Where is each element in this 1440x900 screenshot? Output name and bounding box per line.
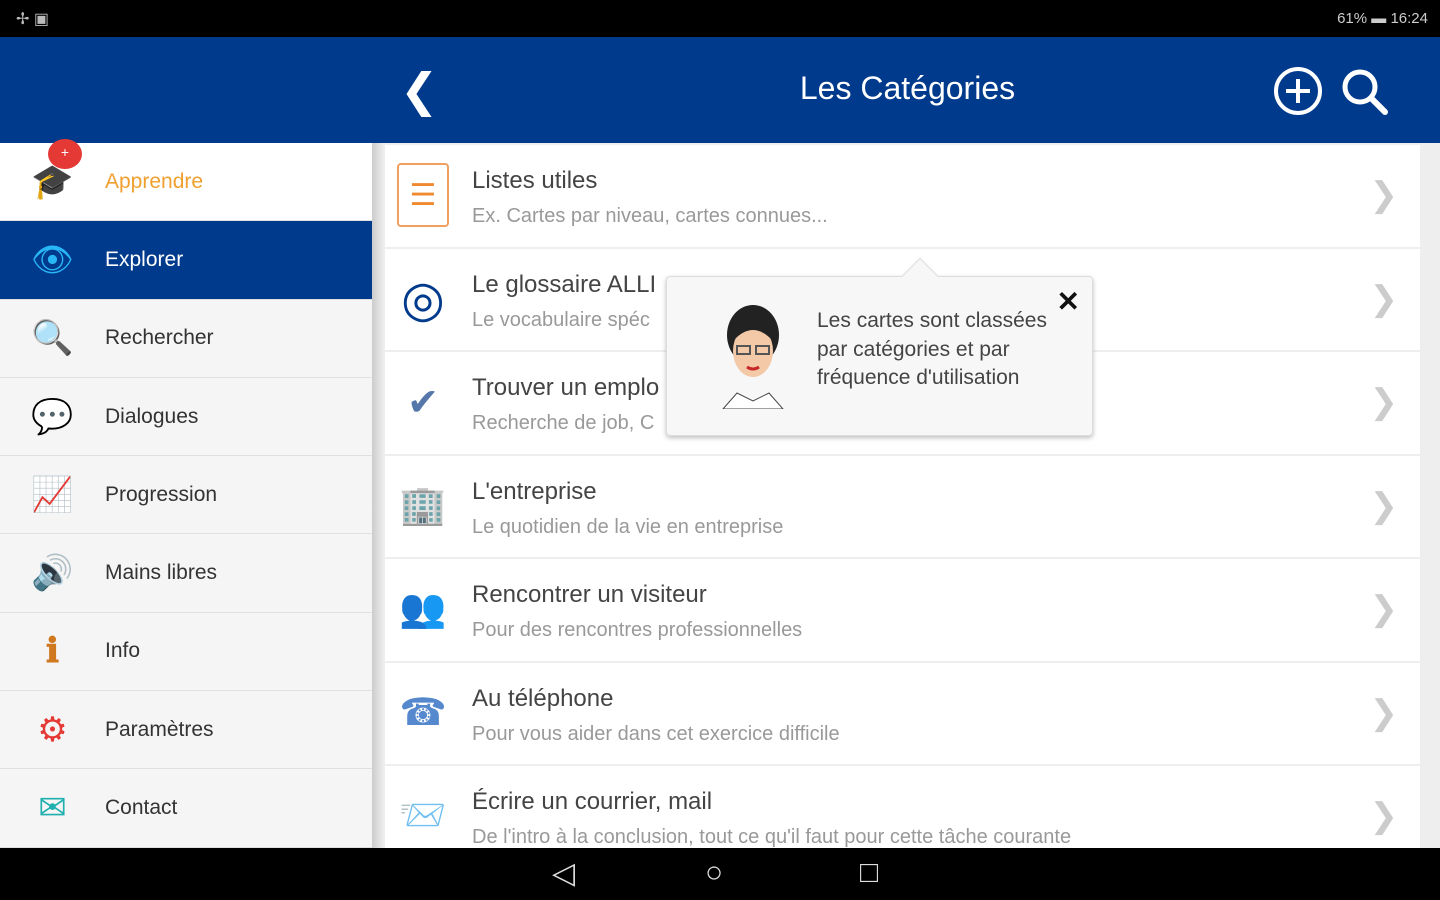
category-title: Listes utiles <box>472 167 598 194</box>
envelope-icon: ✉ <box>38 789 67 828</box>
category-title: Le glossaire ALLI <box>472 270 657 298</box>
clock: 16:24 <box>1390 10 1428 27</box>
chevron-right-icon: ❯ <box>1369 279 1399 318</box>
chevron-right-icon: ❯ <box>1369 797 1399 835</box>
assistant-avatar <box>722 305 784 409</box>
category-title: Trouver un emplo <box>472 374 660 401</box>
category-row[interactable]: ☰ Listes utiles Ex. Cartes par niveau, car… <box>385 145 1420 249</box>
system-nav-bar: ◁ ○ □ <box>0 848 1440 900</box>
nav-home-icon[interactable]: ○ <box>705 856 723 890</box>
building-icon: 🏢 <box>399 484 447 527</box>
sidebar-item-parametres[interactable]: ⚙ Paramètres <box>0 691 372 770</box>
nav-back-icon[interactable]: ◁ <box>552 856 575 891</box>
sidebar-item-progression[interactable]: 📈 Progression <box>0 456 372 535</box>
sidebar-item-label: Mains libres <box>105 561 218 585</box>
category-title: Rencontrer un visiteur <box>472 581 707 608</box>
page-title: Les Catégories <box>799 70 1016 106</box>
info-icon: ℹ <box>46 632 59 671</box>
popup-text: Les cartes sont classées par catégories … <box>817 309 1047 389</box>
status-bar: ✢ ▣ 61% ▬ 16:24 <box>0 0 1440 37</box>
category-row[interactable]: 🏢 L'entreprise Le quotidien de la vie en e… <box>385 455 1420 559</box>
category-subtitle: Recherche de job, C <box>472 412 655 434</box>
category-title: Écrire un courrier, mail <box>472 788 713 815</box>
sidebar-item-label: Info <box>105 639 141 663</box>
category-subtitle: Pour des rencontres professionnelles <box>472 619 803 641</box>
category-title: L'entreprise <box>472 477 597 505</box>
chevron-right-icon: ❯ <box>1369 590 1399 628</box>
close-icon[interactable]: ✕ <box>1057 285 1080 318</box>
sidebar-item-explorer[interactable]: 👁 Explorer <box>0 221 372 300</box>
category-row[interactable]: ☎ Au téléphone Pour vous aider dans cet ex… <box>385 662 1420 766</box>
sidebar: + 🎓 Apprendre 👁 Explorer 🔍 Rechercher 💬 Dialo… <box>0 139 372 848</box>
category-subtitle: Le vocabulaire spéc <box>472 308 650 331</box>
back-chevron-icon[interactable]: ❮ <box>400 65 439 115</box>
category-subtitle: De l'intro à la conclusion, tout ce qu'i… <box>472 826 1072 848</box>
search-icon[interactable] <box>1338 65 1390 117</box>
category-subtitle: Ex. Cartes par niveau, cartes connues... <box>472 205 828 227</box>
category-subtitle: Pour vous aider dans cet exercice diffic… <box>472 722 840 745</box>
battery-level: 61% <box>1337 10 1368 27</box>
chevron-right-icon: ❯ <box>1369 486 1399 525</box>
app-header: ❮ Les Catégories <box>0 37 1440 143</box>
status-right: 61% ▬ 16:24 <box>1337 10 1428 27</box>
sidebar-item-info[interactable]: ℹ Info <box>0 613 372 692</box>
list-icon: ☰ <box>397 163 449 227</box>
add-circle-icon[interactable] <box>1272 65 1324 117</box>
telephone-icon: ☎ <box>399 692 447 734</box>
chevron-right-icon: ❯ <box>1369 693 1399 732</box>
progress-graph-icon: 📈 <box>31 475 74 514</box>
sidebar-item-mains-libres[interactable]: 🔊 Mains libres <box>0 534 372 613</box>
category-row[interactable]: 👥 Rencontrer un visiteur Pour des rencontr… <box>385 559 1420 663</box>
sidebar-item-label: Contact <box>105 796 178 820</box>
magnifier-icon: 🔍 <box>31 319 74 358</box>
speaker-icon: 🔊 <box>31 554 74 593</box>
people-icon: 👥 <box>399 588 447 630</box>
allianz-logo-icon: ◎ <box>401 270 445 327</box>
mail-send-icon: 📨 <box>399 795 447 837</box>
sidebar-item-rechercher[interactable]: 🔍 Rechercher <box>0 300 372 378</box>
sidebar-item-dialogues[interactable]: 💬 Dialogues <box>0 378 372 457</box>
chat-bubbles-icon: 💬 <box>31 397 74 436</box>
category-subtitle: Le quotidien de la vie en entreprise <box>472 515 784 538</box>
sidebar-item-label: Explorer <box>105 247 184 271</box>
gear-icon: ⚙ <box>37 710 68 749</box>
category-list: ☰ Listes utiles Ex. Cartes par niveau, car… <box>385 145 1420 848</box>
chevron-right-icon: ❯ <box>1369 176 1399 214</box>
sidebar-item-label: Dialogues <box>105 404 199 428</box>
notification-badge: + <box>48 139 82 169</box>
sidebar-item-label: Rechercher <box>105 326 214 350</box>
sidebar-item-apprendre[interactable]: + 🎓 Apprendre <box>0 139 372 222</box>
notification-icons: ✢ ▣ <box>16 11 49 28</box>
checkmark-papers-icon: ✔ <box>407 381 439 424</box>
sidebar-item-label: Paramètres <box>105 717 214 741</box>
sidebar-item-contact[interactable]: ✉ Contact <box>0 769 372 848</box>
tip-popup: Les cartes sont classées par catégories … <box>666 257 1093 436</box>
category-row[interactable]: 📨 Écrire un courrier, mail De l'intro à la… <box>385 766 1420 848</box>
graduation-cap-icon: 🎓 <box>31 162 74 201</box>
nav-recents-icon[interactable]: □ <box>860 856 878 890</box>
category-title: Au téléphone <box>472 684 614 712</box>
eye-icon: 👁 <box>30 240 75 279</box>
chevron-right-icon: ❯ <box>1369 383 1399 421</box>
sidebar-item-label: Apprendre <box>105 169 204 193</box>
sidebar-divider <box>372 143 384 848</box>
sidebar-item-label: Progression <box>105 482 218 506</box>
